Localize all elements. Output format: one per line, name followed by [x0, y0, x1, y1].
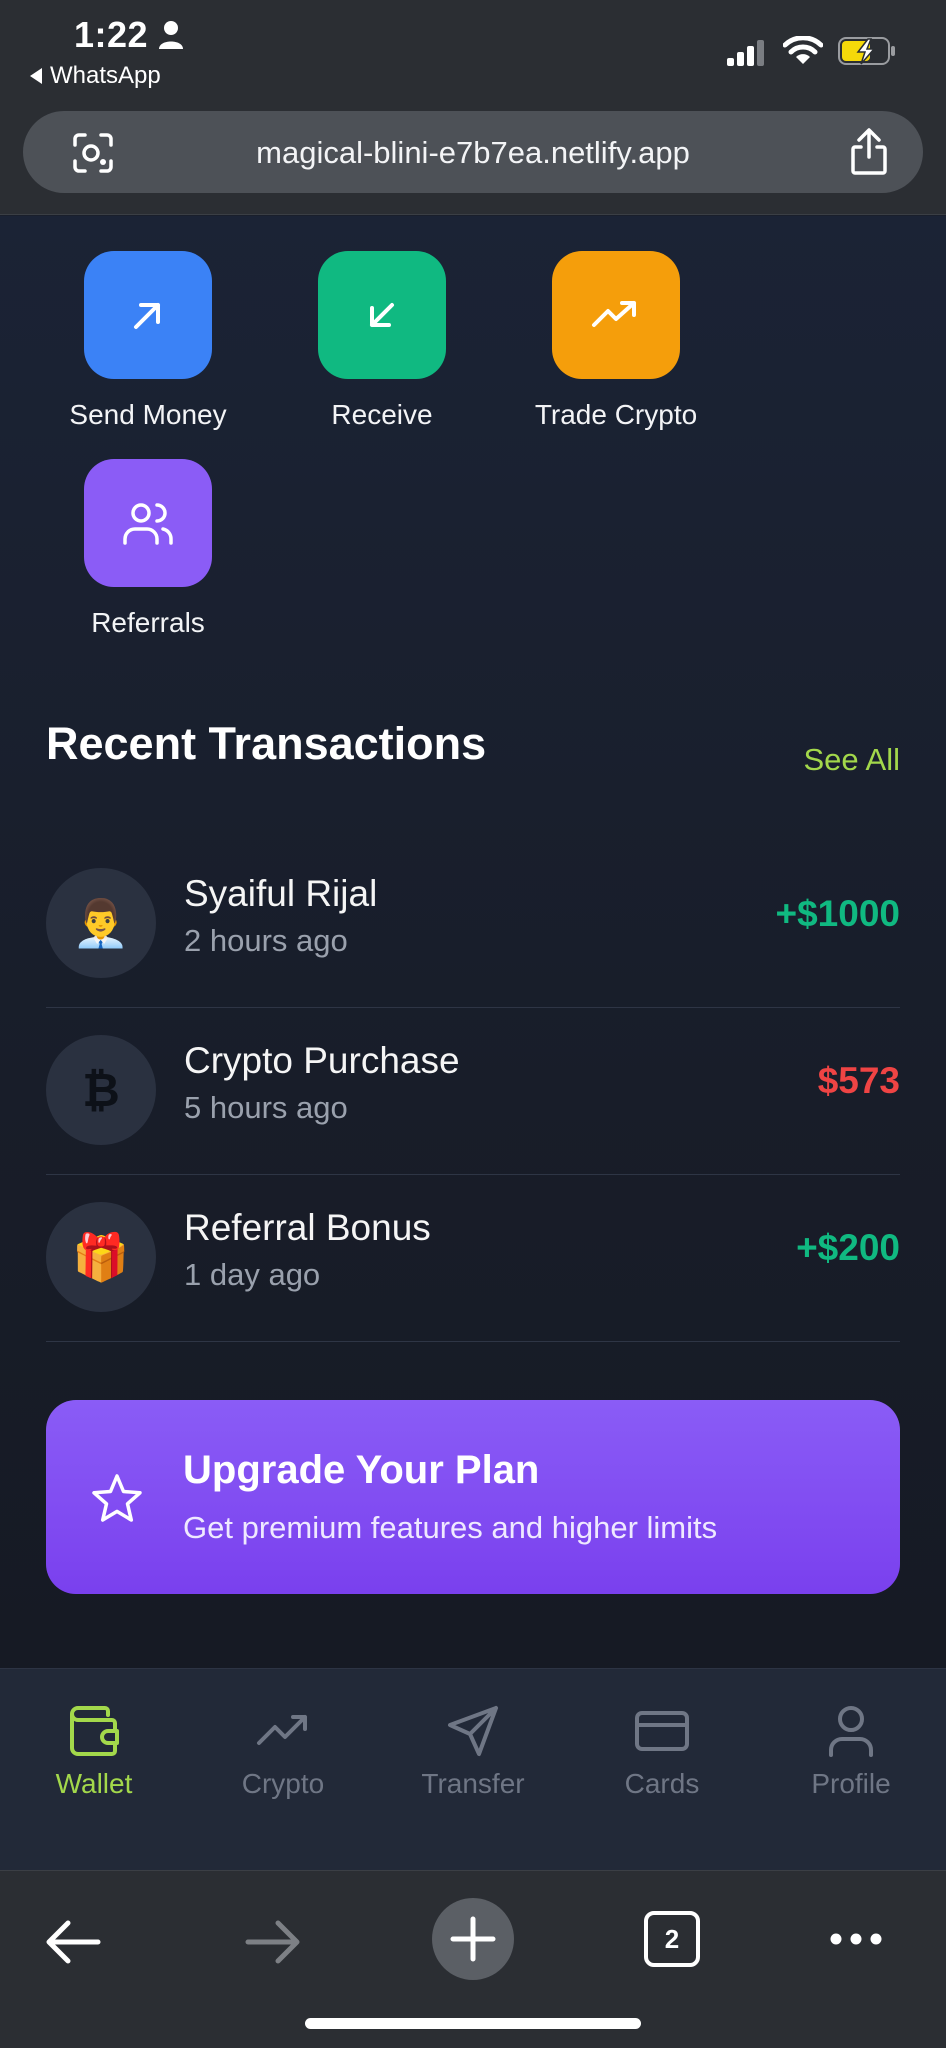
transaction-amount: $573	[817, 1060, 900, 1101]
trade-crypto-label: Trade Crypto	[534, 399, 698, 430]
send-money-tile	[84, 251, 212, 379]
referrals-button[interactable]: Referrals	[38, 459, 258, 639]
transaction-row[interactable]: 👨‍💼 Syaiful Rijal 2 hours ago +$1000	[46, 841, 900, 1008]
forward-arrow-icon[interactable]	[244, 1917, 302, 1967]
recent-transactions-title: Recent Transactions	[46, 718, 487, 769]
user-icon	[829, 1706, 873, 1757]
battery-charging-icon	[838, 37, 895, 65]
nav-profile[interactable]: Profile	[761, 1703, 941, 1800]
wallet-icon	[70, 1706, 119, 1756]
nav-wallet[interactable]: Wallet	[4, 1703, 184, 1800]
transaction-avatar: 👨‍💼	[46, 868, 156, 978]
status-bar: 1:22 WhatsApp	[0, 0, 946, 105]
transaction-name: Crypto Purchase	[184, 1040, 460, 1081]
trade-crypto-tile	[552, 251, 680, 379]
transaction-name: Syaiful Rijal	[184, 873, 378, 914]
referrals-label: Referrals	[91, 607, 205, 638]
person-icon	[159, 21, 183, 49]
more-options-icon[interactable]	[828, 1929, 884, 1949]
transaction-row[interactable]: ₿ Crypto Purchase 5 hours ago $573	[46, 1008, 900, 1175]
nav-transfer-label: Transfer	[421, 1768, 525, 1799]
nav-transfer[interactable]: Transfer	[383, 1703, 563, 1800]
app-root: 1:22 WhatsApp magical-blini-e7b7ea.netli…	[0, 0, 946, 2048]
upgrade-subtitle: Get premium features and higher limits	[183, 1510, 718, 1545]
url-text: magical-blini-e7b7ea.netlify.app	[256, 135, 690, 170]
transaction-time: 5 hours ago	[184, 1090, 348, 1125]
back-to-app-link[interactable]: WhatsApp	[30, 62, 161, 90]
receive-button[interactable]: Receive	[272, 251, 492, 431]
nav-cards[interactable]: Cards	[572, 1703, 752, 1800]
see-all-link[interactable]: See All	[803, 742, 900, 778]
cellular-signal-icon	[727, 40, 764, 66]
transaction-amount: +$200	[796, 1227, 900, 1268]
transaction-avatar: ₿	[46, 1035, 156, 1145]
transaction-time: 2 hours ago	[184, 923, 348, 958]
new-tab-icon[interactable]	[431, 1897, 515, 1981]
send-money-label: Send Money	[69, 399, 227, 430]
arrow-up-right-icon	[134, 303, 160, 329]
nav-wallet-label: Wallet	[55, 1768, 133, 1799]
tabs-count-button[interactable]: 2	[644, 1911, 700, 1967]
upgrade-plan-card[interactable]: Upgrade Your Plan Get premium features a…	[46, 1400, 900, 1594]
trending-up-icon	[592, 301, 636, 327]
transaction-row[interactable]: 🎁 Referral Bonus 1 day ago +$200	[46, 1175, 900, 1342]
nav-crypto[interactable]: Crypto	[193, 1703, 373, 1800]
upgrade-title: Upgrade Your Plan	[183, 1448, 540, 1492]
arrow-down-left-icon	[370, 303, 394, 327]
trade-crypto-button[interactable]: Trade Crypto	[506, 251, 726, 431]
transaction-avatar: 🎁	[46, 1202, 156, 1312]
page-content: Send Money Receive Trade Crypto Referral…	[0, 216, 946, 1668]
back-arrow-icon[interactable]	[44, 1917, 102, 1967]
share-icon[interactable]	[847, 127, 891, 177]
transaction-time: 1 day ago	[184, 1257, 321, 1292]
nav-profile-label: Profile	[811, 1768, 891, 1799]
credit-card-icon	[635, 1711, 689, 1751]
referrals-tile	[84, 459, 212, 587]
trending-up-icon	[257, 1715, 307, 1745]
star-icon	[92, 1474, 142, 1522]
nav-cards-label: Cards	[624, 1768, 700, 1799]
status-time: 1:22	[74, 14, 149, 55]
users-icon	[123, 503, 173, 545]
browser-url-area: magical-blini-e7b7ea.netlify.app	[0, 105, 946, 215]
nav-crypto-label: Crypto	[241, 1768, 325, 1799]
back-app-label: WhatsApp	[50, 62, 161, 89]
home-indicator[interactable]	[305, 2018, 641, 2029]
receive-tile	[318, 251, 446, 379]
url-bar[interactable]: magical-blini-e7b7ea.netlify.app	[23, 111, 923, 193]
transaction-amount: +$1000	[775, 893, 901, 934]
send-money-button[interactable]: Send Money	[38, 251, 258, 431]
transaction-name: Referral Bonus	[184, 1207, 431, 1248]
back-triangle-icon	[30, 68, 42, 84]
wifi-icon	[783, 36, 823, 64]
bottom-nav: Wallet Crypto Transfer Cards Profile	[0, 1668, 946, 1870]
send-icon	[448, 1706, 498, 1756]
receive-label: Receive	[331, 399, 433, 430]
